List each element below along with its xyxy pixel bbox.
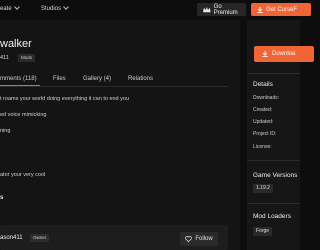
detail-downloads-label: Downloads: <box>253 95 280 101</box>
get-curseforge-button[interactable]: Get CurseF <box>251 3 311 16</box>
mod-loader-chip[interactable]: Forge <box>253 227 273 236</box>
go-premium-label: Go Premium <box>213 3 238 16</box>
top-navigation-bar: eate Studios Go Premium Get CurseF <box>0 0 311 20</box>
nav-studios-menu[interactable]: Studios <box>41 4 69 12</box>
download-label: Downloa <box>272 51 296 57</box>
download-icon <box>262 51 268 57</box>
tab-comments[interactable]: mments (118) <box>0 76 37 82</box>
nav-create-label: eate <box>0 6 12 12</box>
category-badge[interactable]: Mods <box>18 54 36 62</box>
mod-loaders-heading: Mod Loaders <box>253 213 291 220</box>
description-line: t roams your world doing everything it c… <box>0 96 130 102</box>
detail-project-id-label: Project ID: <box>253 131 277 137</box>
section-heading: s <box>0 195 4 201</box>
tab-relations[interactable]: Relations <box>128 76 153 82</box>
get-curseforge-label: Get CurseF <box>266 6 298 13</box>
nav-studios-label: Studios <box>41 6 62 12</box>
author-card-name[interactable]: ason411 <box>0 235 23 241</box>
chevron-down-icon <box>13 4 20 10</box>
follow-button[interactable]: Follow <box>180 232 218 246</box>
game-version-chip[interactable]: 1.19.2 <box>253 184 273 193</box>
download-icon <box>257 6 263 13</box>
project-title: walker <box>0 38 32 50</box>
detail-updated-label: Updated: <box>253 119 274 125</box>
details-heading: Details <box>253 81 273 88</box>
download-button[interactable]: Downloa <box>254 46 314 62</box>
follow-label: Follow <box>195 236 213 242</box>
detail-license-label: License: <box>253 144 272 150</box>
crown-icon <box>203 6 211 12</box>
tab-gallery[interactable]: Gallery (4) <box>83 76 111 82</box>
owner-badge: Owner <box>30 234 50 242</box>
main-content-panel <box>0 20 240 250</box>
tabs-divider <box>0 86 228 87</box>
description-line: ed voice mimicking <box>0 112 47 118</box>
game-versions-heading: Game Versions <box>253 172 298 179</box>
sidebar-divider <box>247 160 300 161</box>
nav-create-menu[interactable]: eate <box>0 4 20 12</box>
chevron-down-icon <box>63 4 69 10</box>
heart-icon <box>185 236 193 242</box>
description-line: ator your very cool <box>0 172 46 178</box>
description-line: ning <box>0 128 11 134</box>
project-author-link[interactable]: 411 <box>0 55 9 61</box>
sidebar-divider <box>247 203 300 204</box>
go-premium-button[interactable]: Go Premium <box>197 3 246 16</box>
detail-created-label: Created: <box>253 107 273 113</box>
sidebar-divider <box>247 73 300 74</box>
tab-files[interactable]: Files <box>53 76 66 82</box>
